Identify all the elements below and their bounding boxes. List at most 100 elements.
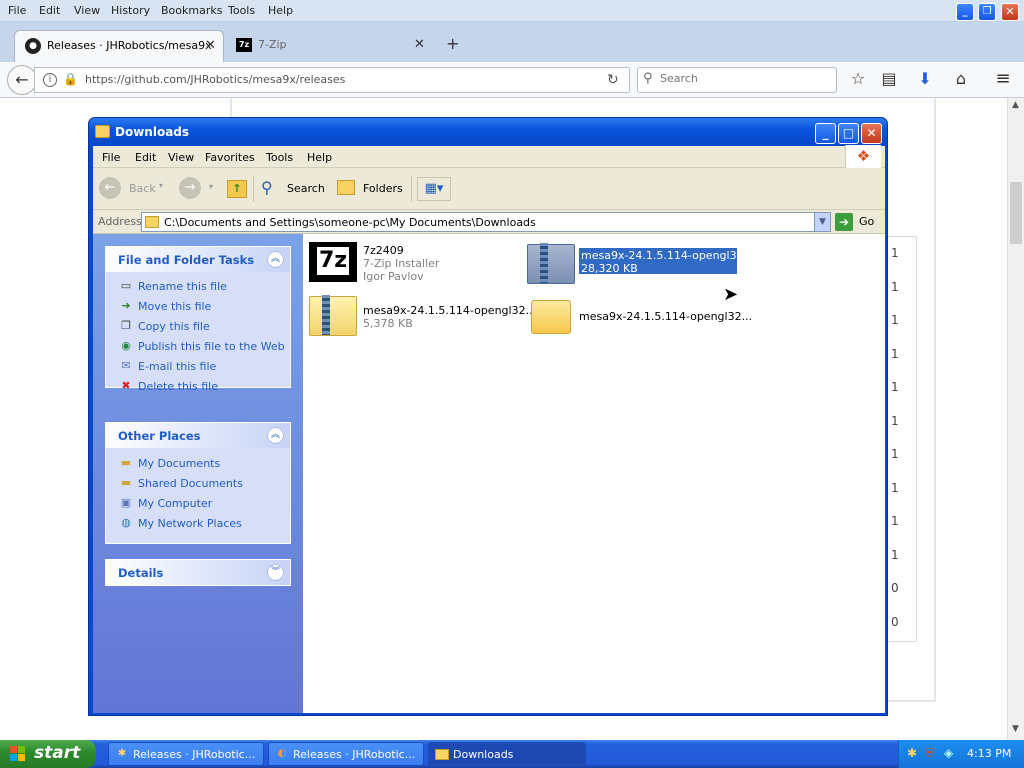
file-size: 28,320 KB xyxy=(581,262,638,275)
zip-icon xyxy=(309,295,357,336)
page-number: 1 xyxy=(891,447,899,461)
back-button[interactable]: ← Back ▾ xyxy=(99,176,171,202)
place-my-computer[interactable]: ▣ My Computer xyxy=(118,495,212,513)
file-name: mesa9x-24.1.5.114-opengl32... xyxy=(363,304,537,317)
info-icon[interactable]: i xyxy=(43,73,57,87)
file-type: 7-Zip Installer xyxy=(363,257,440,270)
new-tab-icon[interactable]: + xyxy=(446,34,459,53)
tray-tool-icon[interactable]: ✱ xyxy=(907,746,917,760)
back-arrow-icon[interactable]: ← xyxy=(7,65,37,95)
tab-label: Releases · JHRobotics/mesa9x xyxy=(47,39,212,52)
menu-help[interactable]: Help xyxy=(268,4,293,17)
back-arrow-icon: ← xyxy=(99,177,121,199)
folders-button[interactable]: Folders xyxy=(337,177,405,201)
file-size: 5,378 KB xyxy=(363,317,413,330)
search-label: Search xyxy=(287,182,325,195)
task-rename[interactable]: ▭ Rename this file xyxy=(118,278,227,296)
go-button[interactable]: ➔ Go xyxy=(835,212,881,232)
menu-help[interactable]: Help xyxy=(307,151,332,164)
menu-file[interactable]: File xyxy=(8,4,26,17)
close-tab-icon[interactable]: ✕ xyxy=(414,37,425,52)
address-bar: Address C:\Documents and Settings\someon… xyxy=(93,210,885,234)
close-button[interactable]: ✕ xyxy=(861,123,882,144)
url-bar[interactable]: i 🔒 https://github.com/JHRobotics/mesa9x… xyxy=(34,67,630,93)
app-icon: ✱ xyxy=(117,748,127,759)
ff-minimize-button[interactable]: _ xyxy=(956,3,974,21)
menu-tools[interactable]: Tools xyxy=(228,4,255,17)
menu-file[interactable]: File xyxy=(102,151,120,164)
task-move[interactable]: ➜ Move this file xyxy=(118,298,211,316)
home-icon[interactable]: ⌂ xyxy=(950,68,972,90)
page-scrollbar[interactable]: ▲ ▼ xyxy=(1007,98,1024,740)
other-places-header[interactable]: Other Places ︽ xyxy=(106,423,290,448)
search-button[interactable]: ⚲ Search xyxy=(261,177,331,201)
task-downloads[interactable]: Downloads xyxy=(428,742,586,766)
search-input[interactable] xyxy=(660,72,830,85)
scroll-up-icon[interactable]: ▲ xyxy=(1012,100,1019,110)
task-releases-2[interactable]: ◐ Releases · JHRobotic... xyxy=(268,742,424,766)
page-number: 1 xyxy=(891,481,899,495)
menu-tools[interactable]: Tools xyxy=(266,151,293,164)
menu-view[interactable]: View xyxy=(168,151,194,164)
panel-title: Details xyxy=(118,566,164,580)
file-tasks-header[interactable]: File and Folder Tasks ︽ xyxy=(106,247,290,272)
up-folder-icon[interactable]: ↑ xyxy=(227,180,247,198)
tray-volume-icon[interactable]: ◈ xyxy=(944,746,953,760)
menu-edit[interactable]: Edit xyxy=(135,151,156,164)
file-item-zip[interactable]: mesa9x-24.1.5.114-opengl32... 5,378 KB xyxy=(309,295,536,346)
hamburger-menu-icon[interactable]: ≡ xyxy=(992,68,1014,90)
tray-shield-icon[interactable]: ⛨ xyxy=(925,746,934,761)
scroll-down-icon[interactable]: ▼ xyxy=(1012,724,1019,734)
page-number: 1 xyxy=(891,246,899,260)
maximize-button[interactable]: □ xyxy=(838,123,859,144)
menu-history[interactable]: History xyxy=(111,4,150,17)
collapse-icon[interactable]: ︽ xyxy=(267,427,284,444)
close-tab-icon[interactable]: ✕ xyxy=(205,38,216,53)
file-item-7z2409[interactable]: 7z 7z2409 7-Zip Installer Igor Pavlov xyxy=(309,242,509,292)
file-item-zip-selected[interactable]: mesa9x-24.1.5.114-opengl32... 28,320 KB xyxy=(527,242,754,292)
task-delete[interactable]: ✖ Delete this file xyxy=(118,378,218,396)
folder-item[interactable]: mesa9x-24.1.5.114-opengl32... xyxy=(531,296,752,346)
explorer-titlebar[interactable]: Downloads _ □ ✕ xyxy=(89,118,887,146)
explorer-menubar: File Edit View Favorites Tools Help ❖ xyxy=(93,145,885,168)
menu-edit[interactable]: Edit xyxy=(39,4,60,17)
reading-list-icon[interactable]: ▤ xyxy=(878,68,900,90)
minimize-button[interactable]: _ xyxy=(815,123,836,144)
expand-icon[interactable]: ︾ xyxy=(267,564,284,581)
search-bar[interactable]: ⚲ xyxy=(637,67,837,93)
task-copy[interactable]: ❐ Copy this file xyxy=(118,318,210,336)
window-title: Downloads xyxy=(115,125,190,139)
place-my-network[interactable]: ◍ My Network Places xyxy=(118,515,242,533)
downloads-icon[interactable]: ⬇ xyxy=(914,68,936,90)
reload-icon[interactable]: ↻ xyxy=(607,72,619,88)
ff-restore-button[interactable]: ❐ xyxy=(978,3,996,21)
menu-view[interactable]: View xyxy=(74,4,100,17)
start-label: start xyxy=(34,743,81,763)
bookmark-star-icon[interactable]: ☆ xyxy=(847,68,869,90)
page-number: 0 xyxy=(891,615,899,629)
back-label: Back xyxy=(129,182,156,195)
collapse-icon[interactable]: ︽ xyxy=(267,251,284,268)
menu-favorites[interactable]: Favorites xyxy=(205,151,255,164)
folders-icon xyxy=(337,180,355,195)
scroll-thumb[interactable] xyxy=(1010,182,1022,244)
tab-releases[interactable]: ● Releases · JHRobotics/mesa9x ✕ xyxy=(14,30,224,62)
clock: 4:13 PM xyxy=(967,747,1012,760)
start-button[interactable]: start xyxy=(0,740,96,768)
task-publish[interactable]: ◉ Publish this file to the Web xyxy=(118,338,284,356)
place-my-documents[interactable]: ▬ My Documents xyxy=(118,455,220,473)
panel-title: Other Places xyxy=(118,429,201,443)
task-releases-1[interactable]: ✱ Releases · JHRobotic... xyxy=(108,742,264,766)
page-number: 1 xyxy=(891,313,899,327)
task-email[interactable]: ✉ E-mail this file xyxy=(118,358,216,376)
address-input[interactable]: C:\Documents and Settings\someone-pc\My … xyxy=(141,212,831,232)
forward-button[interactable]: → ▾ xyxy=(179,177,219,201)
tab-7zip[interactable]: 7z 7-Zip ✕ xyxy=(226,30,436,62)
views-icon[interactable]: ▦▾ xyxy=(417,177,451,201)
place-shared-documents[interactable]: ▬ Shared Documents xyxy=(118,475,243,493)
details-header[interactable]: Details ︾ xyxy=(106,560,290,585)
tab-label: 7-Zip xyxy=(258,38,287,51)
dropdown-icon[interactable]: ▼ xyxy=(814,213,830,231)
menu-bookmarks[interactable]: Bookmarks xyxy=(161,4,222,17)
ff-close-button[interactable]: ✕ xyxy=(1001,3,1019,21)
